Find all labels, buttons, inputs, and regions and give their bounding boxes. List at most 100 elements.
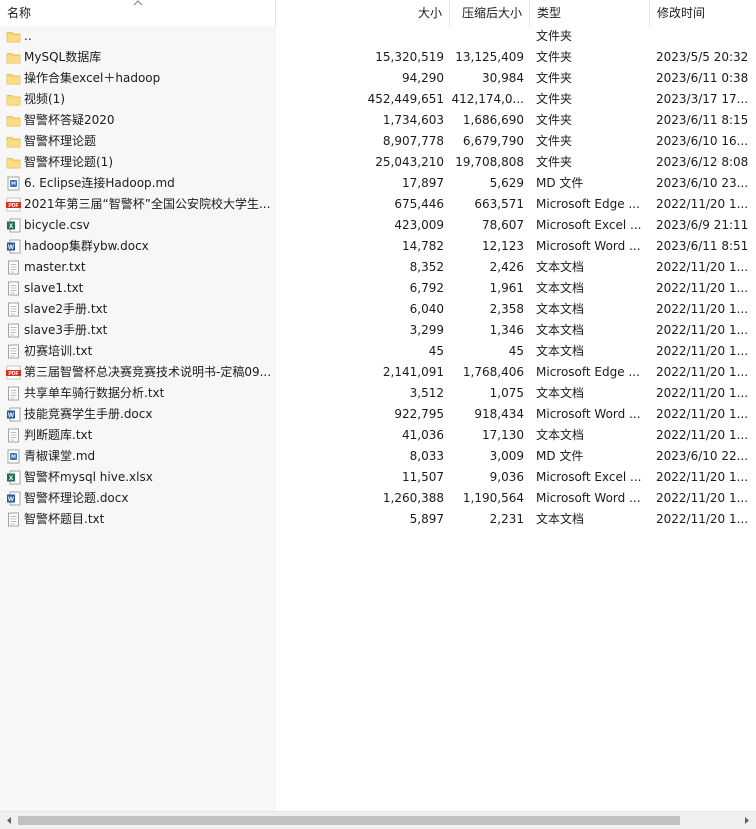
- file-type: 文本文档: [536, 302, 585, 316]
- file-row[interactable]: 智警杯理论题(1) 25,043,210 19,708,808 文件夹 2023/6/1…: [0, 152, 756, 173]
- sort-ascending-icon: [133, 0, 143, 6]
- word-file-icon: W: [6, 491, 21, 506]
- file-row[interactable]: 6. Eclipse连接Hadoop.md 17,897 5,629 MD 文件 202…: [0, 173, 756, 194]
- word-file-icon: W: [6, 407, 21, 422]
- svg-text:W: W: [8, 244, 15, 251]
- file-row[interactable]: Xbicycle.csv 423,009 78,607 Microsoft Excel…: [0, 215, 756, 236]
- text-file-icon: [6, 428, 21, 443]
- file-packed-size: [448, 26, 524, 47]
- file-size: 41,036: [402, 428, 444, 442]
- column-header-size[interactable]: 大小: [276, 0, 450, 26]
- pdf-file-icon: PDF: [6, 365, 21, 380]
- file-modified: 2023/6/10 23...: [656, 176, 749, 190]
- horizontal-scrollbar[interactable]: [0, 811, 756, 829]
- file-row[interactable]: 操作合集excel＋hadoop 94,290 30,984 文件夹 2023/6/11…: [0, 68, 756, 89]
- file-modified: [656, 26, 752, 47]
- file-row[interactable]: 判断题库.txt 41,036 17,130 文本文档 2022/11/20 1...: [0, 425, 756, 446]
- file-type: Microsoft Edge ...: [536, 365, 640, 379]
- md-file-icon: [6, 449, 21, 464]
- file-size: 11,507: [402, 470, 444, 484]
- column-header-name[interactable]: 名称: [0, 0, 276, 26]
- column-header-size-label: 大小: [417, 6, 442, 20]
- file-size: 6,792: [409, 281, 444, 295]
- file-type: 文本文档: [536, 344, 585, 358]
- svg-text:PDF: PDF: [9, 371, 19, 377]
- file-type: 文本文档: [536, 260, 585, 274]
- file-packed-size: 17,130: [482, 428, 524, 442]
- column-header-modified[interactable]: 修改时间: [650, 0, 756, 26]
- file-name: 智警杯答疑2020: [24, 113, 115, 127]
- file-modified: 2022/11/20 1...: [656, 344, 749, 358]
- file-size: 6,040: [409, 302, 444, 316]
- folder-icon: [6, 29, 21, 44]
- file-row[interactable]: 初赛培训.txt 45 45 文本文档 2022/11/20 1...: [0, 341, 756, 362]
- file-name: slave2手册.txt: [24, 302, 108, 316]
- file-size: 8,352: [409, 260, 444, 274]
- file-row[interactable]: X 智警杯mysql hive.xlsx 11,507 9,036 Microsoft …: [0, 467, 756, 488]
- file-row[interactable]: 智警杯答疑2020 1,734,603 1,686,690 文件夹 2023/6/11 …: [0, 110, 756, 131]
- scroll-left-icon[interactable]: [3, 815, 15, 826]
- file-packed-size: 2,426: [489, 260, 524, 274]
- file-row[interactable]: slave3手册.txt 3,299 1,346 文本文档 2022/11/20 1..…: [0, 320, 756, 341]
- file-size: 675,446: [394, 197, 444, 211]
- file-packed-size: 78,607: [482, 218, 524, 232]
- folder-icon: [6, 134, 21, 149]
- scroll-right-icon[interactable]: [741, 815, 753, 826]
- scrollbar-thumb[interactable]: [18, 816, 680, 825]
- file-size: 8,907,778: [382, 134, 444, 148]
- file-name: 智警杯理论题(1): [24, 155, 113, 169]
- file-size: 15,320,519: [375, 50, 444, 64]
- file-modified: 2022/11/20 1...: [656, 365, 749, 379]
- file-row[interactable]: 共享单车骑行数据分析.txt 3,512 1,075 文本文档 2022/11/20 1…: [0, 383, 756, 404]
- file-size: 94,290: [402, 71, 444, 85]
- file-row[interactable]: 青椒课堂.md 8,033 3,009 MD 文件 2023/6/10 22...: [0, 446, 756, 467]
- file-name: 技能竞赛学生手册.docx: [24, 407, 153, 421]
- file-name: slave3手册.txt: [24, 323, 108, 337]
- file-modified: 2023/6/10 22...: [656, 449, 749, 463]
- file-packed-size: 1,768,406: [462, 365, 524, 379]
- column-header-type-label: 类型: [537, 6, 562, 20]
- file-row[interactable]: PDF 2021年第三届“智警杯”全国公安院校大学生... 675,446 663,5…: [0, 194, 756, 215]
- pdf-file-icon: PDF: [6, 197, 21, 212]
- file-type: 文件夹: [536, 113, 573, 127]
- file-type: 文件夹: [536, 155, 573, 169]
- file-packed-size: 9,036: [489, 470, 524, 484]
- file-row[interactable]: W 技能竞赛学生手册.docx 922,795 918,434 Microsoft Wo…: [0, 404, 756, 425]
- file-row[interactable]: slave2手册.txt 6,040 2,358 文本文档 2022/11/20 1..…: [0, 299, 756, 320]
- file-packed-size: 1,190,564: [462, 491, 524, 505]
- file-type: 文本文档: [536, 428, 585, 442]
- file-row[interactable]: slave1.txt 6,792 1,961 文本文档 2022/11/20 1...: [0, 278, 756, 299]
- svg-text:PDF: PDF: [9, 203, 19, 209]
- file-type: 文件夹: [536, 92, 573, 106]
- file-packed-size: 19,708,808: [455, 155, 524, 169]
- file-modified: 2022/11/20 1...: [656, 491, 749, 505]
- file-name: hadoop集群ybw.docx: [24, 239, 149, 253]
- file-row[interactable]: master.txt 8,352 2,426 文本文档 2022/11/20 1...: [0, 257, 756, 278]
- file-type: Microsoft Excel ...: [536, 218, 642, 232]
- column-header-type[interactable]: 类型: [530, 0, 650, 26]
- file-name: 共享单车骑行数据分析.txt: [24, 386, 165, 400]
- file-row[interactable]: Whadoop集群ybw.docx 14,782 12,123 Microsoft W…: [0, 236, 756, 257]
- file-row[interactable]: MySQL数据库 15,320,519 13,125,409 文件夹 2023/5/5 …: [0, 47, 756, 68]
- file-row[interactable]: .. 文件夹: [0, 26, 756, 47]
- folder-icon: [6, 155, 21, 170]
- file-packed-size: 6,679,790: [462, 134, 524, 148]
- file-row[interactable]: 智警杯理论题 8,907,778 6,679,790 文件夹 2023/6/10 16.…: [0, 131, 756, 152]
- file-packed-size: 1,686,690: [462, 113, 524, 127]
- file-packed-size: 2,358: [489, 302, 524, 316]
- file-name: master.txt: [24, 260, 86, 274]
- column-header-packed[interactable]: 压缩后大小: [450, 0, 530, 26]
- file-row[interactable]: W 智警杯理论题.docx 1,260,388 1,190,564 Microsoft …: [0, 488, 756, 509]
- file-modified: 2022/11/20 1...: [656, 302, 749, 316]
- file-packed-size: 3,009: [489, 449, 524, 463]
- file-row[interactable]: 视频(1) 452,449,651 412,174,0... 文件夹 2023/3/17…: [0, 89, 756, 110]
- file-name: MySQL数据库: [24, 50, 102, 64]
- file-modified: 2023/6/11 8:15: [656, 113, 749, 127]
- text-file-icon: [6, 386, 21, 401]
- file-packed-size: 1,346: [489, 323, 524, 337]
- file-size: 3,299: [409, 323, 444, 337]
- file-row[interactable]: 智警杯题目.txt 5,897 2,231 文本文档 2022/11/20 1...: [0, 509, 756, 530]
- file-size: 3,512: [409, 386, 444, 400]
- file-name: 初赛培训.txt: [24, 344, 93, 358]
- file-row[interactable]: PDF 第三届智警杯总决赛竞赛技术说明书-定稿09... 2,141,091 1,76…: [0, 362, 756, 383]
